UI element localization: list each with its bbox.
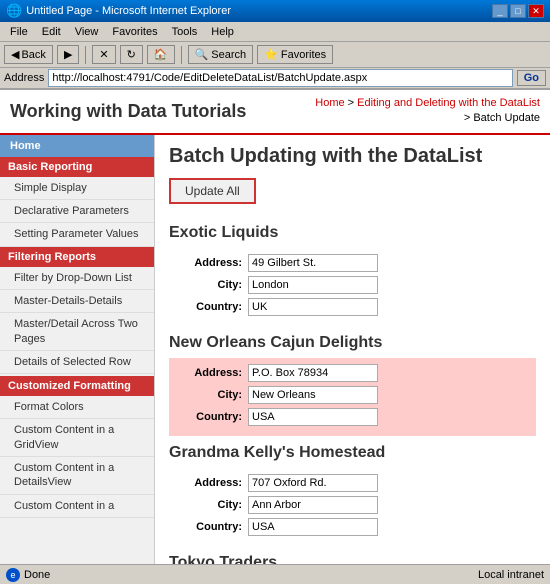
page-heading: Batch Updating with the DataList	[169, 145, 536, 168]
site-title: Working with Data Tutorials	[10, 101, 246, 122]
city-row-0: City:	[177, 276, 528, 294]
address-label-0: Address:	[177, 257, 242, 269]
sidebar-item-custom-detailsview[interactable]: Custom Content in a DetailsView	[0, 457, 154, 495]
status-text: Done	[24, 569, 50, 581]
sidebar-item-declarative-parameters[interactable]: Declarative Parameters	[0, 200, 154, 223]
status-left: e Done	[6, 568, 50, 582]
refresh-button[interactable]: ↻	[120, 45, 143, 64]
address-bar: Address Go	[0, 68, 550, 90]
sidebar-item-custom-gridview[interactable]: Custom Content in a GridView	[0, 419, 154, 457]
address-label-1: Address:	[177, 367, 242, 379]
breadcrumb: Home > Editing and Deleting with the Dat…	[315, 96, 540, 127]
city-row-1: City:	[177, 386, 528, 404]
sidebar-item-details-selected-row[interactable]: Details of Selected Row	[0, 351, 154, 374]
sidebar-item-master-detail-two-pages[interactable]: Master/Detail Across Two Pages	[0, 313, 154, 351]
status-bar: e Done Local intranet	[0, 564, 550, 584]
country-row-0: Country:	[177, 298, 528, 316]
back-button[interactable]: ◀ Back	[4, 45, 53, 64]
title-bar-left: 🌐 Untitled Page - Microsoft Internet Exp…	[6, 3, 231, 19]
update-all-button[interactable]: Update All	[169, 178, 256, 204]
favorites-button[interactable]: ⭐ Favorites	[257, 45, 333, 64]
country-input-0[interactable]	[248, 298, 378, 316]
breadcrumb-sep2: >	[464, 112, 473, 124]
address-row-2: Address:	[177, 474, 528, 492]
company-name-2: Grandma Kelly's Homestead	[169, 444, 536, 462]
country-label-2: Country:	[177, 521, 242, 533]
toolbar: ◀ Back ▶ ✕ ↻ 🏠 🔍 Search ⭐ Favorites	[0, 42, 550, 68]
sidebar-section-customized-formatting: Customized Formatting	[0, 376, 154, 396]
company-name-3: Tokyo Traders	[169, 554, 536, 564]
city-label-2: City:	[177, 499, 242, 511]
menu-bar: File Edit View Favorites Tools Help	[0, 22, 550, 42]
minimize-button[interactable]: _	[492, 4, 508, 18]
zone-text: Local intranet	[478, 569, 544, 581]
main-content: Batch Updating with the DataList Update …	[155, 135, 550, 564]
sidebar: Home Basic Reporting Simple Display Decl…	[0, 135, 155, 564]
sidebar-item-setting-parameter-values[interactable]: Setting Parameter Values	[0, 223, 154, 246]
country-row-1: Country:	[177, 408, 528, 426]
address-label: Address	[4, 72, 44, 84]
company-name-0: Exotic Liquids	[169, 224, 536, 242]
breadcrumb-home[interactable]: Home	[315, 97, 344, 109]
address-input-0[interactable]	[248, 254, 378, 272]
sidebar-item-filter-dropdown[interactable]: Filter by Drop-Down List	[0, 267, 154, 290]
stop-button[interactable]: ✕	[92, 45, 115, 64]
menu-help[interactable]: Help	[205, 24, 240, 40]
city-label-0: City:	[177, 279, 242, 291]
address-input-1[interactable]	[248, 364, 378, 382]
close-button[interactable]: ✕	[528, 4, 544, 18]
record-block-2: Address: City: Country:	[169, 468, 536, 546]
sidebar-item-custom-content-other[interactable]: Custom Content in a	[0, 495, 154, 518]
ie-logo: 🌐	[6, 3, 22, 19]
city-input-0[interactable]	[248, 276, 378, 294]
address-input[interactable]	[48, 69, 512, 87]
maximize-button[interactable]: □	[510, 4, 526, 18]
forward-button[interactable]: ▶	[57, 45, 79, 64]
content-area: Home Basic Reporting Simple Display Decl…	[0, 135, 550, 564]
sidebar-item-simple-display[interactable]: Simple Display	[0, 177, 154, 200]
breadcrumb-link[interactable]: Editing and Deleting with the DataList	[357, 97, 540, 109]
record-block-0: Address: City: Country:	[169, 248, 536, 326]
window-title: Untitled Page - Microsoft Internet Explo…	[26, 5, 231, 17]
sidebar-item-master-details[interactable]: Master-Details-Details	[0, 290, 154, 313]
toolbar-sep-2	[181, 46, 182, 64]
address-label-2: Address:	[177, 477, 242, 489]
menu-file[interactable]: File	[4, 24, 34, 40]
city-input-1[interactable]	[248, 386, 378, 404]
menu-tools[interactable]: Tools	[166, 24, 204, 40]
home-button[interactable]: 🏠	[147, 45, 175, 64]
breadcrumb-sep1: >	[348, 97, 357, 109]
sidebar-home[interactable]: Home	[0, 135, 154, 157]
status-right: Local intranet	[478, 569, 544, 581]
company-name-1: New Orleans Cajun Delights	[169, 334, 536, 352]
country-row-2: Country:	[177, 518, 528, 536]
page-wrapper: Working with Data Tutorials Home > Editi…	[0, 90, 550, 564]
ie-icon: e	[6, 568, 20, 582]
title-bar: 🌐 Untitled Page - Microsoft Internet Exp…	[0, 0, 550, 22]
country-input-2[interactable]	[248, 518, 378, 536]
toolbar-sep-1	[85, 46, 86, 64]
address-row-1: Address:	[177, 364, 528, 382]
country-label-0: Country:	[177, 301, 242, 313]
header-band: Working with Data Tutorials Home > Editi…	[0, 90, 550, 135]
menu-favorites[interactable]: Favorites	[106, 24, 163, 40]
breadcrumb-current: Batch Update	[473, 112, 540, 124]
menu-view[interactable]: View	[69, 24, 105, 40]
record-block-1: Address: City: Country:	[169, 358, 536, 436]
address-row-0: Address:	[177, 254, 528, 272]
sidebar-item-format-colors[interactable]: Format Colors	[0, 396, 154, 419]
menu-edit[interactable]: Edit	[36, 24, 67, 40]
search-button[interactable]: 🔍 Search	[188, 45, 254, 64]
city-input-2[interactable]	[248, 496, 378, 514]
title-bar-controls[interactable]: _ □ ✕	[492, 4, 544, 18]
sidebar-section-filtering-reports: Filtering Reports	[0, 247, 154, 267]
address-input-2[interactable]	[248, 474, 378, 492]
country-input-1[interactable]	[248, 408, 378, 426]
sidebar-section-basic-reporting: Basic Reporting	[0, 157, 154, 177]
city-label-1: City:	[177, 389, 242, 401]
city-row-2: City:	[177, 496, 528, 514]
go-button[interactable]: Go	[517, 70, 546, 86]
country-label-1: Country:	[177, 411, 242, 423]
